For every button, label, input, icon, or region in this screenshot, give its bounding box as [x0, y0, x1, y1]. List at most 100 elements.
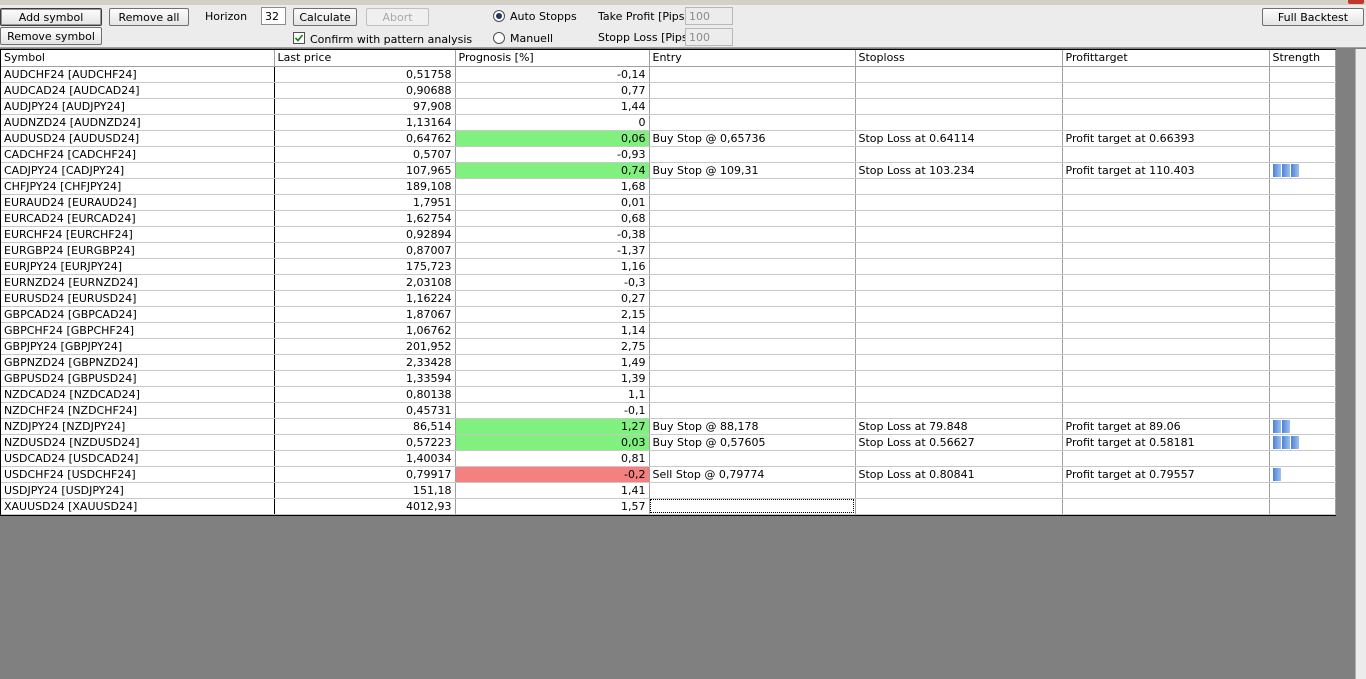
- stoploss-cell[interactable]: [855, 338, 1063, 355]
- strength-cell[interactable]: [1269, 146, 1336, 163]
- table-row[interactable]: NZDCHF24 [NZDCHF24] 0,45731 -0,1: [1, 402, 1336, 419]
- symbol-cell[interactable]: EURUSD24 [EURUSD24]: [1, 290, 275, 307]
- stoploss-cell[interactable]: [855, 178, 1063, 195]
- table-row[interactable]: GBPUSD24 [GBPUSD24] 1,33594 1,39: [1, 370, 1336, 387]
- table-row[interactable]: AUDCAD24 [AUDCAD24] 0,90688 0,77: [1, 82, 1336, 99]
- strength-cell[interactable]: [1269, 210, 1336, 227]
- last-price-cell[interactable]: 0,90688: [274, 82, 456, 99]
- last-price-cell[interactable]: 175,723: [274, 258, 456, 275]
- entry-cell[interactable]: Sell Stop @ 0,79774: [649, 466, 856, 483]
- profittarget-cell[interactable]: [1062, 146, 1270, 163]
- profittarget-cell[interactable]: [1062, 178, 1270, 195]
- strength-cell[interactable]: [1269, 242, 1336, 259]
- profittarget-cell[interactable]: [1062, 210, 1270, 227]
- confirm-pattern-checkbox[interactable]: [293, 32, 305, 44]
- table-row[interactable]: EURAUD24 [EURAUD24] 1,7951 0,01: [1, 194, 1336, 211]
- stoploss-cell[interactable]: [855, 66, 1063, 83]
- prognosis-cell[interactable]: 0,74: [455, 162, 650, 179]
- prognosis-cell[interactable]: 0,03: [455, 434, 650, 451]
- table-row[interactable]: AUDJPY24 [AUDJPY24] 97,908 1,44: [1, 98, 1336, 115]
- last-price-cell[interactable]: 1,7951: [274, 194, 456, 211]
- prognosis-cell[interactable]: -1,37: [455, 242, 650, 259]
- prognosis-cell[interactable]: -0,1: [455, 402, 650, 419]
- profittarget-cell[interactable]: [1062, 66, 1270, 83]
- column-header-strength[interactable]: Strength: [1269, 50, 1336, 67]
- prognosis-cell[interactable]: 2,75: [455, 338, 650, 355]
- symbol-cell[interactable]: USDCAD24 [USDCAD24]: [1, 450, 275, 467]
- strength-cell[interactable]: [1269, 386, 1336, 403]
- remove-all-button[interactable]: Remove all: [109, 8, 189, 26]
- last-price-cell[interactable]: 4012,93: [274, 498, 456, 515]
- auto-stopps-radio[interactable]: [493, 10, 505, 22]
- symbol-cell[interactable]: EURGBP24 [EURGBP24]: [1, 242, 275, 259]
- prognosis-cell[interactable]: 1,27: [455, 418, 650, 435]
- profittarget-cell[interactable]: [1062, 290, 1270, 307]
- profittarget-cell[interactable]: [1062, 274, 1270, 291]
- profittarget-cell[interactable]: Profit target at 110.403: [1062, 162, 1270, 179]
- symbol-cell[interactable]: AUDJPY24 [AUDJPY24]: [1, 98, 275, 115]
- profittarget-cell[interactable]: [1062, 450, 1270, 467]
- prognosis-cell[interactable]: 0,01: [455, 194, 650, 211]
- profittarget-cell[interactable]: Profit target at 0.66393: [1062, 130, 1270, 147]
- prognosis-cell[interactable]: 1,41: [455, 482, 650, 499]
- table-row[interactable]: AUDUSD24 [AUDUSD24] 0,64762 0,06 Buy Stop @…: [1, 130, 1336, 147]
- prognosis-cell[interactable]: -0,93: [455, 146, 650, 163]
- column-header-symbol[interactable]: Symbol: [1, 50, 275, 67]
- stopp-loss-input[interactable]: 100: [685, 28, 733, 46]
- entry-cell[interactable]: [649, 306, 856, 323]
- strength-cell[interactable]: [1269, 482, 1336, 499]
- symbol-cell[interactable]: CHFJPY24 [CHFJPY24]: [1, 178, 275, 195]
- calculate-button[interactable]: Calculate: [293, 8, 357, 26]
- strength-cell[interactable]: [1269, 322, 1336, 339]
- strength-cell[interactable]: [1269, 194, 1336, 211]
- prognosis-cell[interactable]: 0: [455, 114, 650, 131]
- table-row[interactable]: GBPNZD24 [GBPNZD24] 2,33428 1,49: [1, 354, 1336, 371]
- horizon-input[interactable]: 32: [261, 7, 286, 25]
- stoploss-cell[interactable]: [855, 402, 1063, 419]
- stoploss-cell[interactable]: Stop Loss at 0.64114: [855, 130, 1063, 147]
- stoploss-cell[interactable]: [855, 242, 1063, 259]
- manuell-radio[interactable]: [493, 32, 505, 44]
- table-row[interactable]: EURUSD24 [EURUSD24] 1,16224 0,27: [1, 290, 1336, 307]
- prognosis-cell[interactable]: -0,3: [455, 274, 650, 291]
- strength-cell[interactable]: [1269, 82, 1336, 99]
- entry-cell[interactable]: [649, 258, 856, 275]
- profittarget-cell[interactable]: [1062, 498, 1270, 515]
- entry-cell[interactable]: [649, 402, 856, 419]
- strength-cell[interactable]: [1269, 162, 1336, 179]
- entry-cell[interactable]: Buy Stop @ 0,65736: [649, 130, 856, 147]
- prognosis-cell[interactable]: 0,68: [455, 210, 650, 227]
- entry-cell[interactable]: [649, 354, 856, 371]
- stoploss-cell[interactable]: [855, 226, 1063, 243]
- last-price-cell[interactable]: 201,952: [274, 338, 456, 355]
- profittarget-cell[interactable]: [1062, 306, 1270, 323]
- profittarget-cell[interactable]: Profit target at 89.06: [1062, 418, 1270, 435]
- last-price-cell[interactable]: 2,33428: [274, 354, 456, 371]
- symbol-cell[interactable]: EURAUD24 [EURAUD24]: [1, 194, 275, 211]
- strength-cell[interactable]: [1269, 130, 1336, 147]
- stoploss-cell[interactable]: Stop Loss at 103.234: [855, 162, 1063, 179]
- entry-cell[interactable]: [649, 226, 856, 243]
- last-price-cell[interactable]: 0,45731: [274, 402, 456, 419]
- strength-cell[interactable]: [1269, 178, 1336, 195]
- strength-cell[interactable]: [1269, 66, 1336, 83]
- prognosis-cell[interactable]: 1,39: [455, 370, 650, 387]
- prognosis-cell[interactable]: 1,44: [455, 98, 650, 115]
- profittarget-cell[interactable]: Profit target at 0.79557: [1062, 466, 1270, 483]
- symbol-cell[interactable]: NZDJPY24 [NZDJPY24]: [1, 418, 275, 435]
- last-price-cell[interactable]: 1,62754: [274, 210, 456, 227]
- stoploss-cell[interactable]: [855, 482, 1063, 499]
- entry-cell[interactable]: Buy Stop @ 109,31: [649, 162, 856, 179]
- stoploss-cell[interactable]: Stop Loss at 0.56627: [855, 434, 1063, 451]
- entry-cell[interactable]: [649, 370, 856, 387]
- entry-cell[interactable]: Buy Stop @ 88,178: [649, 418, 856, 435]
- last-price-cell[interactable]: 2,03108: [274, 274, 456, 291]
- strength-cell[interactable]: [1269, 226, 1336, 243]
- prognosis-cell[interactable]: 2,15: [455, 306, 650, 323]
- symbol-cell[interactable]: EURNZD24 [EURNZD24]: [1, 274, 275, 291]
- profittarget-cell[interactable]: [1062, 226, 1270, 243]
- stoploss-cell[interactable]: [855, 498, 1063, 515]
- strength-cell[interactable]: [1269, 306, 1336, 323]
- profittarget-cell[interactable]: Profit target at 0.58181: [1062, 434, 1270, 451]
- stoploss-cell[interactable]: [855, 194, 1063, 211]
